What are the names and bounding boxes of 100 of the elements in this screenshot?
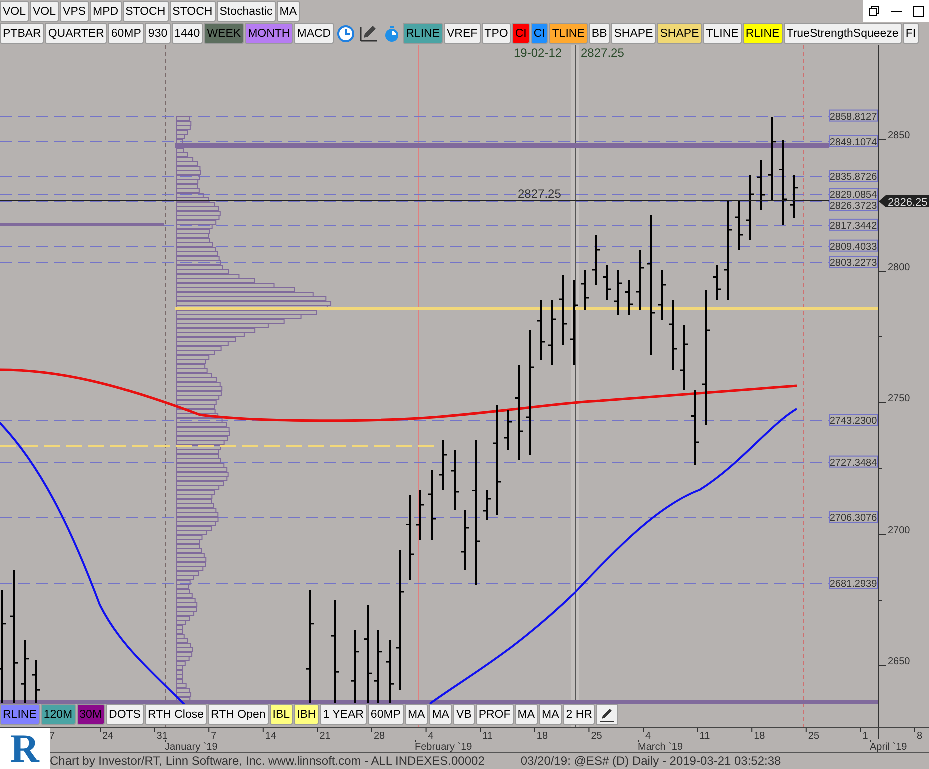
date-axis-label: 21 <box>320 731 331 742</box>
month-axis-label: January `19 <box>165 742 218 752</box>
maximize-icon[interactable] <box>912 6 924 16</box>
price-bar <box>416 490 424 540</box>
month-axis-label: April `19 <box>870 742 908 752</box>
toolbar-button[interactable]: 120M <box>40 704 76 725</box>
price-bar <box>32 660 40 703</box>
toolbar-button[interactable]: MA <box>429 704 452 725</box>
toolbar-button[interactable]: IBL <box>270 704 294 725</box>
clock-icon[interactable] <box>337 24 356 42</box>
price-bar <box>592 235 600 285</box>
toolbar-button[interactable]: SHAPE <box>611 23 656 44</box>
price-bar <box>669 300 677 370</box>
toolbar-button[interactable]: MPD <box>90 1 122 22</box>
toolbar-button[interactable]: CI <box>530 23 548 44</box>
toolbar-button[interactable]: RLINE <box>403 23 443 44</box>
toolbar-button[interactable]: 60MP <box>108 23 144 44</box>
level-price-label: 2681.2939 <box>829 577 878 590</box>
price-bar <box>548 300 556 365</box>
toolbar-button[interactable]: 1440 <box>172 23 204 44</box>
toolbar-button[interactable]: RTH Close <box>144 704 208 725</box>
toolbar-button[interactable]: PTBAR <box>0 23 44 44</box>
toolbar-button[interactable]: VPS <box>60 1 90 22</box>
restore-icon[interactable] <box>868 6 880 16</box>
crosshair-price-label: 2827.25 <box>518 187 562 201</box>
price-bar <box>428 470 436 540</box>
date-axis-label: 7 <box>211 731 217 742</box>
toolbar-button[interactable]: TrueStrengthSqueeze <box>784 23 902 44</box>
date-axis-label: 4 <box>646 731 652 742</box>
level-price-label: 2858.8127 <box>829 110 878 123</box>
price-bar <box>790 175 798 218</box>
price-bar <box>386 640 394 703</box>
toolbar-button[interactable]: BB <box>588 23 610 44</box>
toolbar-button[interactable]: 1 YEAR <box>320 704 367 725</box>
toolbar-button[interactable]: TLINE <box>703 23 742 44</box>
price-bar <box>735 200 743 250</box>
toolbar-button[interactable]: VB <box>453 704 475 725</box>
toolbar-button[interactable]: 2 HR <box>563 704 596 725</box>
price-axis-label: 2800 <box>888 262 910 274</box>
price-bar <box>614 270 622 315</box>
logo: R <box>0 728 50 769</box>
toolbar-button[interactable]: DOTS <box>106 704 144 725</box>
toolbar-button[interactable]: MACD <box>294 23 334 44</box>
level-price-label: 2817.3442 <box>829 218 878 232</box>
pencil-button[interactable] <box>596 704 618 725</box>
toolbar-button[interactable]: Stochastic <box>216 1 276 22</box>
date-axis-label: 31 <box>156 731 168 742</box>
toolbar-button[interactable]: RLINE <box>742 23 783 44</box>
level-price-label: 2803.2273 <box>829 256 878 270</box>
toolbar-button[interactable]: PROF <box>476 704 514 725</box>
toolbar-button[interactable]: STOCH <box>170 1 216 22</box>
price-bar <box>504 410 512 450</box>
toolbar-button[interactable]: FI <box>902 23 920 44</box>
toolbar-button[interactable]: MA <box>276 1 300 22</box>
toolbar-button[interactable]: WEEK <box>204 23 244 44</box>
date-axis-label: 14 <box>265 731 277 742</box>
date-axis-label: 25 <box>808 731 820 742</box>
level-price-label: 2727.3484 <box>829 456 878 469</box>
price-axis-label: 2650 <box>888 656 910 668</box>
toolbar-button[interactable]: 60MP <box>368 704 404 725</box>
date-axis-label: 1 <box>862 731 868 742</box>
toolbar-button[interactable]: SHAPE <box>657 23 702 44</box>
price-bar <box>461 510 469 570</box>
toolbar-button[interactable]: TPO <box>482 23 512 44</box>
toolbar-button[interactable]: MONTH <box>245 23 294 44</box>
price-bar <box>636 250 644 310</box>
toolbar-button[interactable]: RLINE <box>0 704 40 725</box>
toolbar-button[interactable]: VOL <box>30 1 60 22</box>
price-bar <box>680 325 688 390</box>
toolbar-button[interactable]: QUARTER <box>45 23 108 44</box>
date-axis-label: 24 <box>102 731 114 742</box>
toolbar-button[interactable]: VREF <box>444 23 481 44</box>
crosshair-price-header: 2827.25 <box>581 46 624 60</box>
date-axis-label: 18 <box>536 731 548 742</box>
toolbar-button[interactable]: MA <box>539 704 562 725</box>
chart-credit: Chart by Investor/RT, Linn Software, Inc. www.linnsoft.com - ALL INDEXES.00002 <box>50 754 485 768</box>
month-axis-label: March `19 <box>638 742 684 752</box>
toolbar-button[interactable]: 930 <box>145 23 171 44</box>
level-price-label: 2706.3076 <box>829 511 878 524</box>
toolbar-button[interactable]: CI <box>512 23 530 44</box>
price-bar <box>559 275 567 345</box>
toolbar-button[interactable]: IBH <box>294 704 320 725</box>
price-bar <box>713 265 721 300</box>
toolbar-button[interactable]: STOCH <box>122 1 169 22</box>
price-bar <box>757 160 765 210</box>
toolbar-button[interactable]: VOL <box>0 1 30 22</box>
price-bar <box>581 270 589 310</box>
toolbar-button[interactable]: RTH Open <box>208 704 269 725</box>
toolbar-button[interactable]: MA <box>514 704 538 725</box>
date-axis-label: 8 <box>917 731 923 742</box>
price-bar <box>451 450 459 510</box>
level-price-label: 2829.0854 <box>829 188 878 202</box>
toolbar-button[interactable]: MA <box>404 704 428 725</box>
level-price-label: 2835.8726 <box>829 170 878 184</box>
last-price-label: 2826.25 <box>879 196 929 209</box>
stopwatch-icon[interactable] <box>383 24 402 42</box>
price-axis-label: 2700 <box>888 526 910 536</box>
date-axis-label: 11 <box>700 731 710 742</box>
price-bar <box>537 300 545 360</box>
toolbar-button[interactable]: TLINE <box>549 23 588 44</box>
